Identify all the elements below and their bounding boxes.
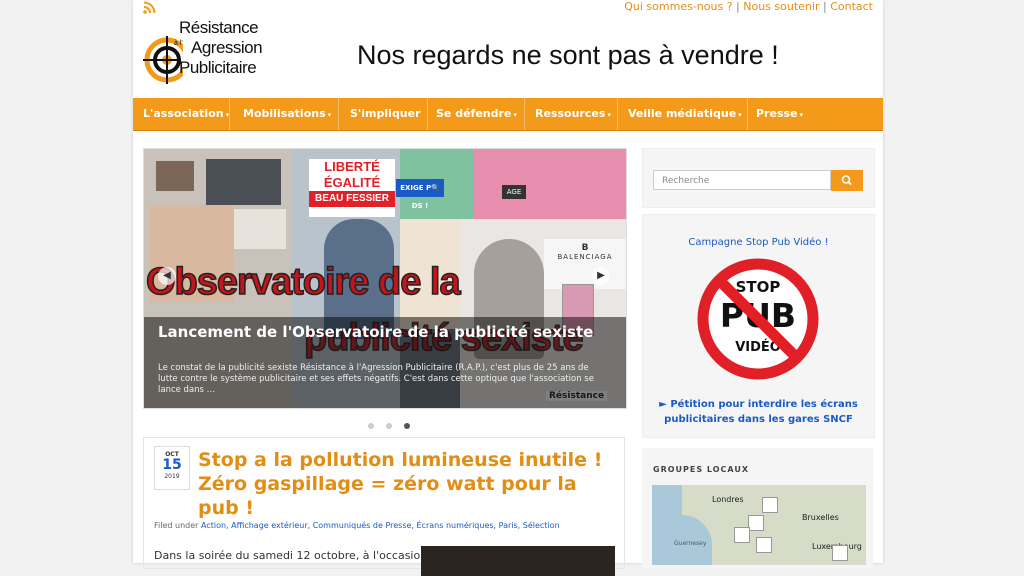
campaign-widget: Campagne Stop Pub Vidéo ! STOP PUB VIDÉO… <box>642 214 875 438</box>
link-contact[interactable]: Contact <box>830 0 873 13</box>
link-about[interactable]: Qui sommes-nous ? <box>624 0 732 13</box>
slider-caption-title[interactable]: Lancement de l'Observatoire de la public… <box>158 323 598 341</box>
slider-dots <box>368 414 417 433</box>
search-input[interactable]: Recherche <box>653 170 831 190</box>
slider-prev-arrow-icon[interactable]: ◀ <box>158 267 176 285</box>
map-marker-icon[interactable] <box>748 515 764 531</box>
stop-pub-video-sign[interactable]: STOP PUB VIDÉO <box>695 256 821 382</box>
search-icon <box>841 175 852 186</box>
site-logo[interactable]: à l' Résistance Agression Publicitaire <box>143 18 293 94</box>
top-bar: Qui sommes-nous ? | Nous soutenir | Cont… <box>133 0 883 16</box>
local-groups-widget: GROUPES LOCAUX Londres Bruxelles Luxembo… <box>642 448 873 568</box>
post-card: OCT 15 2019 Stop a la pollution lumineus… <box>143 437 625 576</box>
map-marker-icon[interactable] <box>734 527 750 543</box>
featured-slider[interactable]: LIBERTÉ ÉGALITÉ BEAU FESSIER EXIGE P🔍DS … <box>143 148 627 409</box>
nav-association[interactable]: L'association ▾ <box>133 98 239 130</box>
search-widget: Recherche <box>642 148 875 208</box>
post-meta: Filed under Action, Affichage extérieur,… <box>154 521 560 530</box>
search-button[interactable] <box>831 170 863 191</box>
nav-simpliquer[interactable]: S'impliquer <box>340 98 431 130</box>
map-marker-icon[interactable] <box>832 545 848 561</box>
nav-mobilisations[interactable]: Mobilisations ▾ <box>233 98 341 130</box>
main-nav: L'association ▾ Mobilisations ▾ S'implique… <box>133 98 883 131</box>
map-marker-icon[interactable] <box>756 537 772 553</box>
nav-veille-mediatique[interactable]: Veille médiatique ▾ <box>618 98 752 130</box>
post-title[interactable]: Stop a la pollution lumineuse inutile ! … <box>198 448 618 520</box>
slider-dot-3[interactable] <box>404 423 411 429</box>
top-links: Qui sommes-nous ? | Nous soutenir | Cont… <box>624 0 873 13</box>
post-thumbnail[interactable] <box>421 546 615 576</box>
nav-presse[interactable]: Presse ▾ <box>746 98 813 130</box>
local-groups-heading: GROUPES LOCAUX <box>653 465 749 474</box>
link-support[interactable]: Nous soutenir <box>743 0 819 13</box>
nav-ressources[interactable]: Ressources ▾ <box>525 98 621 130</box>
rss-icon[interactable] <box>143 1 156 14</box>
slider-dot-1[interactable] <box>368 423 374 429</box>
post-excerpt: Dans la soirée du samedi 12 octobre, à l… <box>154 549 428 562</box>
slider-dot-2[interactable] <box>386 423 393 429</box>
slider-next-arrow-icon[interactable]: ▶ <box>592 267 610 285</box>
post-date-badge: OCT 15 2019 <box>154 446 190 490</box>
map-marker-icon[interactable] <box>762 497 778 513</box>
target-logo-icon <box>143 36 183 84</box>
campaign-title[interactable]: Campagne Stop Pub Vidéo ! <box>643 237 874 248</box>
balenciaga-ad: B BALENCIAGA <box>544 239 626 289</box>
site-tagline: Nos regards ne sont pas à vendre ! <box>357 40 779 70</box>
slider-caption-text: Le constat de la publicité sexiste Résis… <box>158 363 594 395</box>
logo-wordmark: Résistance Agression Publicitaire <box>179 18 263 77</box>
page: Qui sommes-nous ? | Nous soutenir | Cont… <box>133 0 883 576</box>
nav-se-defendre[interactable]: Se défendre ▾ <box>426 98 527 130</box>
liberte-banner: LIBERTÉ ÉGALITÉ BEAU FESSIER <box>309 159 395 217</box>
observatoire-overlay-text: Observatoire de la <box>145 260 461 304</box>
local-groups-map[interactable]: Londres Bruxelles Luxembourg Guernesey <box>652 485 866 565</box>
post-categories[interactable]: Action, Affichage extérieur, Communiqués… <box>201 521 560 530</box>
petition-link[interactable]: ► Pétition pour interdire les écrans pub… <box>643 397 874 427</box>
slider-caption[interactable]: Lancement de l'Observatoire de la public… <box>144 317 626 408</box>
